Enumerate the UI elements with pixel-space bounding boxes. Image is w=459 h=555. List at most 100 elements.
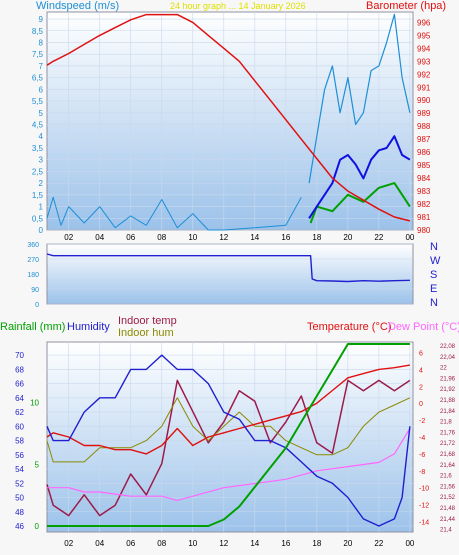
indoor-tick-label: 21,48 <box>440 506 456 512</box>
top-right-tick-label: 987 <box>417 135 431 144</box>
top-left-tick-label: 0 <box>39 226 44 235</box>
mid-compass-labels: NWSEN <box>430 241 441 309</box>
top-left-tick-label: 9 <box>39 15 44 24</box>
temperature-tick-label: 4 <box>419 367 423 374</box>
bottom-x-tick-label: 14 <box>250 539 259 548</box>
top-x-tick-label: 02 <box>64 233 73 242</box>
top-right-tick-label: 989 <box>417 109 431 118</box>
mid-tick-label: 90 <box>31 287 39 294</box>
indoor-tick-label: 22,04 <box>440 355 456 361</box>
bottom-x-tick-label: 06 <box>126 539 135 548</box>
top-right-tick-label: 981 <box>417 213 431 222</box>
indoor-tick-label: 22,08 <box>440 344 456 350</box>
mid-tick-label: 360 <box>27 242 39 249</box>
top-x-tick-label: 14 <box>250 233 259 242</box>
top-left-tick-label: 7,5 <box>32 50 44 59</box>
top-left-tick-label: 3,5 <box>32 144 44 153</box>
temperature-tick-label: 6 <box>419 350 423 357</box>
bottom-x-tick-label: 00 <box>405 539 414 548</box>
humidity-tick-label: 70 <box>15 351 24 360</box>
compass-label: W <box>430 255 441 267</box>
top-right-tick-label: 988 <box>417 122 431 131</box>
top-right-tick-labels: 980 981 982 983 984 985 986 987 988 989 990 991 992 9… <box>417 18 431 235</box>
humidity-tick-label: 62 <box>15 408 24 417</box>
temperature-label: Temperature (°C) <box>307 321 391 333</box>
top-right-tick-label: 994 <box>417 44 431 53</box>
indoor-tick-label: 21,56 <box>440 484 456 490</box>
temperature-tick-label: -2 <box>419 418 425 425</box>
top-x-tick-label: 22 <box>374 233 383 242</box>
top-left-tick-label: 2 <box>39 179 44 188</box>
top-right-tick-label: 983 <box>417 187 431 196</box>
top-x-tick-label: 12 <box>219 233 228 242</box>
top-right-tick-label: 996 <box>417 18 431 27</box>
bottom-x-tick-label: 22 <box>374 539 383 548</box>
top-left-tick-label: 1,5 <box>32 191 44 200</box>
top-right-tick-label: 992 <box>417 70 431 79</box>
compass-label: S <box>430 269 437 281</box>
top-x-tick-label: 16 <box>281 233 290 242</box>
top-right-tick-label: 993 <box>417 57 431 66</box>
top-right-tick-label: 984 <box>417 174 431 183</box>
rain-tick-label: 5 <box>35 460 40 469</box>
bottom-x-tick-label: 20 <box>343 539 352 548</box>
indoor-tick-label: 21,6 <box>440 474 452 480</box>
temperature-tick-label: -12 <box>419 503 429 510</box>
bottom-x-tick-label: 10 <box>188 539 197 548</box>
indoor-hum-label: Indoor hum <box>118 327 174 339</box>
bottom-x-tick-label: 16 <box>281 539 290 548</box>
indoor-tick-label: 21,4 <box>440 528 452 534</box>
mid-tick-label: 180 <box>27 272 39 279</box>
temperature-tick-label: -14 <box>419 520 429 527</box>
top-right-axis-label: Barometer (hpa) <box>366 0 446 12</box>
temperature-tick-label: -8 <box>419 469 425 476</box>
top-right-tick-label: 986 <box>417 148 431 157</box>
bottom-x-tick-label: 18 <box>312 539 321 548</box>
rainfall-label: Rainfall (mm) <box>0 321 65 333</box>
top-right-tick-label: 985 <box>417 161 431 170</box>
top-x-tick-label: 08 <box>157 233 166 242</box>
dewpoint-label: Dew Point (°C) <box>388 321 459 333</box>
mid-tick-label: 0 <box>35 302 39 309</box>
mid-tick-labels: 0 90 180 270 360 <box>27 242 39 309</box>
temperature-tick-label: 0 <box>419 401 423 408</box>
bottom-x-tick-label: 08 <box>157 539 166 548</box>
top-x-tick-label: 20 <box>343 233 352 242</box>
top-right-tick-label: 995 <box>417 31 431 40</box>
indoor-tick-label: 21,76 <box>440 430 456 436</box>
humidity-tick-label: 46 <box>15 522 24 531</box>
top-x-tick-label: 00 <box>405 233 414 242</box>
top-left-tick-label: 6,5 <box>32 74 44 83</box>
rain-tick-label: 0 <box>35 522 40 531</box>
indoor-tick-label: 21,88 <box>440 398 456 404</box>
top-left-tick-label: 8 <box>39 38 44 47</box>
indoor-tick-label: 21,96 <box>440 376 456 382</box>
humidity-tick-label: 54 <box>15 465 24 474</box>
indoor-tick-label: 21,52 <box>440 495 456 501</box>
compass-label: N <box>430 297 438 309</box>
bottom-plot-area <box>46 341 414 533</box>
humidity-label: Humidity <box>67 321 110 333</box>
compass-label: E <box>430 283 437 295</box>
indoor-tick-label: 21,92 <box>440 387 456 393</box>
indoor-temp-label: Indoor temp <box>118 315 177 327</box>
bottom-x-tick-label: 02 <box>64 539 73 548</box>
indoor-tick-label: 21,64 <box>440 463 456 469</box>
weather-charts: Windspeed (m/s) 24 hour graph ... 14 Jan… <box>0 0 459 548</box>
bottom-x-tick-label: 04 <box>95 539 104 548</box>
top-left-tick-label: 0,5 <box>32 214 44 223</box>
top-left-tick-label: 2,5 <box>32 167 44 176</box>
top-right-tick-label: 982 <box>417 200 431 209</box>
top-left-tick-label: 7 <box>39 62 44 71</box>
top-right-tick-label: 991 <box>417 83 431 92</box>
indoor-tick-label: 21,8 <box>440 420 452 426</box>
bottom-x-tick-label: 12 <box>219 539 228 548</box>
top-x-tick-label: 18 <box>312 233 321 242</box>
temperature-tick-label: -10 <box>419 486 429 493</box>
humidity-tick-label: 66 <box>15 380 24 389</box>
humidity-tick-label: 56 <box>15 451 24 460</box>
top-left-tick-label: 3 <box>39 156 44 165</box>
humidity-tick-label: 68 <box>15 365 24 374</box>
top-x-tick-label: 06 <box>126 233 135 242</box>
compass-label: N <box>430 241 438 253</box>
